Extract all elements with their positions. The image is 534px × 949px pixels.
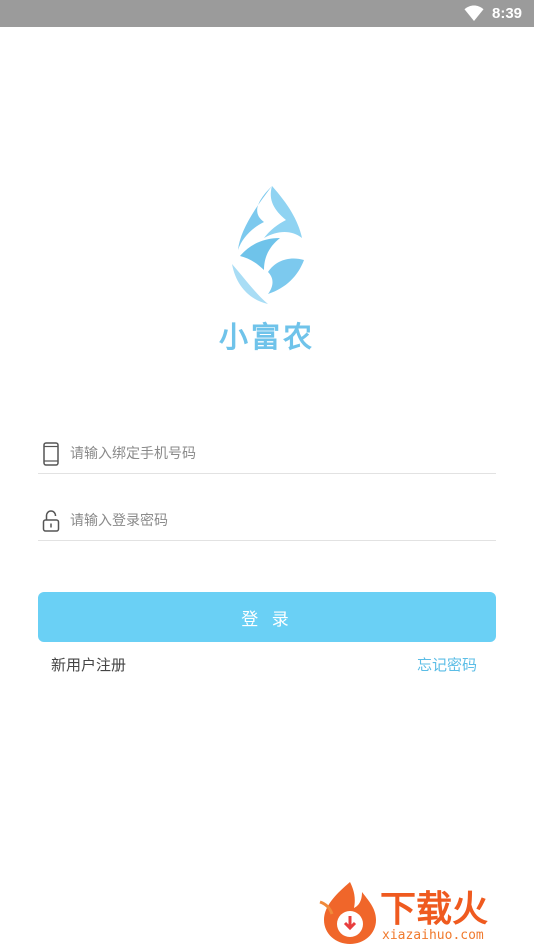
watermark-url: xiazaihuo.com — [382, 928, 484, 943]
fire-download-icon — [319, 882, 376, 944]
watermark-title: 下载火 — [380, 889, 489, 930]
forgot-password-link[interactable]: 忘记密码 — [417, 654, 477, 675]
phone-icon — [43, 442, 59, 466]
password-input[interactable] — [70, 502, 470, 540]
status-bar: 8:39 — [0, 0, 534, 27]
password-field — [38, 500, 496, 541]
lock-icon — [42, 510, 60, 532]
logo-icon — [232, 186, 304, 304]
logo-text: 小富农 — [218, 320, 315, 354]
register-link[interactable]: 新用户注册 — [51, 654, 126, 675]
phone-field — [38, 433, 496, 474]
wifi-icon — [464, 5, 484, 21]
status-time: 8:39 — [492, 5, 523, 22]
phone-input[interactable] — [70, 435, 470, 473]
watermark-logo: 下载火 xiazaihuo.com — [312, 876, 534, 949]
login-button[interactable]: 登 录 — [38, 592, 496, 642]
